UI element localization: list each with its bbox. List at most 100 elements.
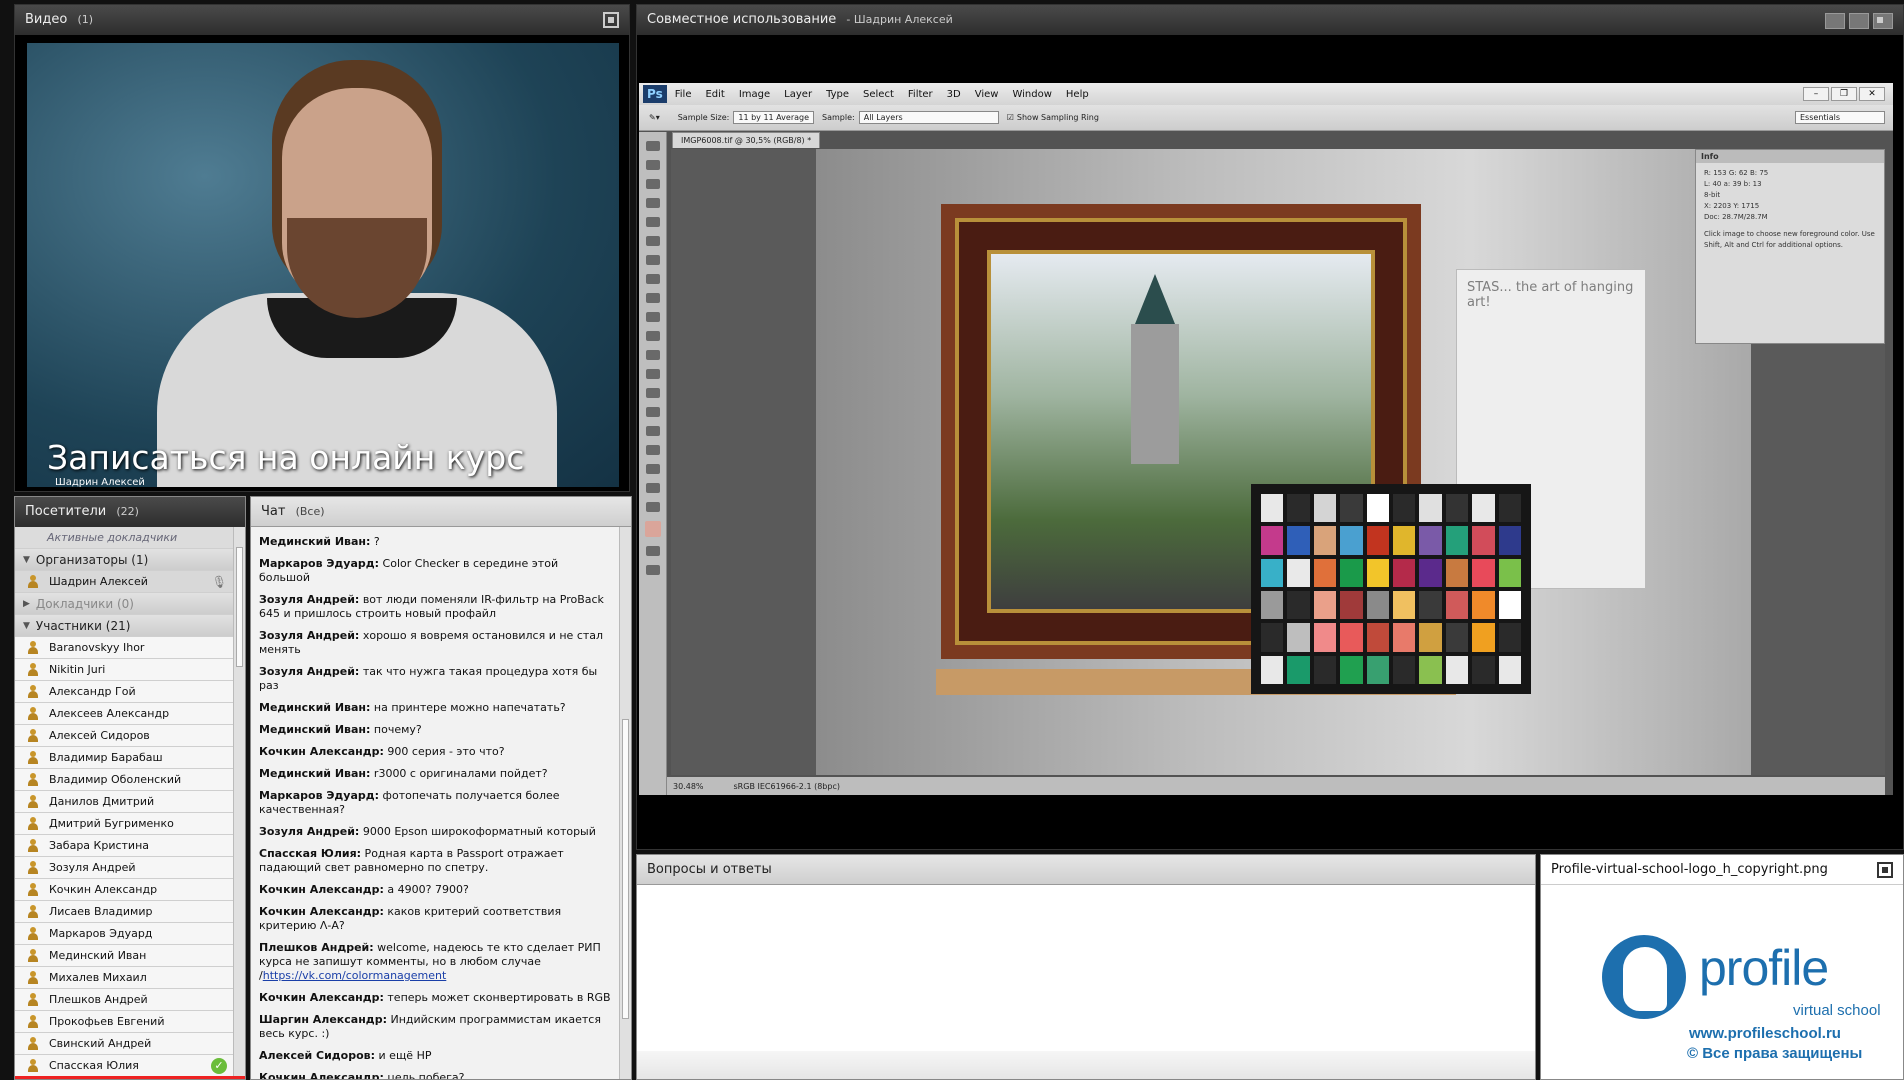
eyedropper-tool-icon[interactable]	[645, 236, 660, 246]
path-select-icon[interactable]	[645, 445, 660, 455]
participant-row[interactable]: Данилов Дмитрий	[15, 791, 233, 813]
lasso-tool-icon[interactable]	[645, 179, 660, 189]
history-brush-icon[interactable]	[645, 312, 660, 322]
screen-mode-icon[interactable]	[645, 565, 660, 575]
checker-patch	[1419, 623, 1442, 652]
healing-tool-icon[interactable]	[645, 255, 660, 265]
restore-icon[interactable]: ❐	[1831, 87, 1857, 101]
expand-triangle-icon[interactable]: ▶	[23, 599, 30, 609]
checker-patch	[1287, 526, 1310, 555]
course-signup-caption[interactable]: Записаться на онлайн курс	[47, 438, 524, 477]
quick-mask-icon[interactable]	[645, 546, 660, 556]
fullscreen-icon[interactable]	[603, 12, 619, 28]
sample-select[interactable]: All Layers	[858, 111, 999, 124]
marquee-tool-icon[interactable]	[645, 160, 660, 170]
blur-tool-icon[interactable]	[645, 369, 660, 379]
group-participants[interactable]: ▼ Участники (21)	[15, 615, 233, 637]
participant-row[interactable]: Мединский Иван	[15, 945, 233, 967]
hand-tool-icon[interactable]	[645, 483, 660, 493]
close-icon[interactable]: ✕	[1859, 87, 1885, 101]
chat-scope[interactable]: (Все)	[296, 505, 325, 518]
participant-row[interactable]: Александр Гой	[15, 681, 233, 703]
actual-size-icon[interactable]	[1849, 13, 1869, 29]
checker-patch	[1392, 558, 1416, 587]
ps-menu-image[interactable]: Image	[739, 89, 770, 100]
fullscreen-icon[interactable]	[1877, 862, 1893, 878]
sampling-ring-checkbox[interactable]: ☑	[1007, 113, 1014, 122]
zoom-tool-icon[interactable]	[645, 502, 660, 512]
checker-patch	[1445, 526, 1469, 555]
crop-tool-icon[interactable]	[645, 217, 660, 227]
participant-row[interactable]: Спасская Юлия ✓	[15, 1055, 233, 1077]
participant-row[interactable]: Зозуля Андрей	[15, 857, 233, 879]
shape-tool-icon[interactable]	[645, 464, 660, 474]
participant-row[interactable]: Дмитрий Бугрименко	[15, 813, 233, 835]
zoom-level[interactable]: 30.48%	[673, 782, 704, 791]
participant-row[interactable]: Baranovskyy Ihor	[15, 637, 233, 659]
move-tool-icon[interactable]	[645, 141, 660, 151]
ps-menu-file[interactable]: File	[675, 89, 692, 100]
brush-tool-icon[interactable]	[645, 274, 660, 284]
quick-select-tool-icon[interactable]	[645, 198, 660, 208]
ps-menu-type[interactable]: Type	[826, 89, 849, 100]
qna-header: Вопросы и ответы	[637, 855, 1535, 885]
ps-menu-layer[interactable]: Layer	[784, 89, 812, 100]
scrollbar-thumb[interactable]	[236, 547, 243, 667]
participant-row[interactable]: Забара Кристина	[15, 835, 233, 857]
group-organizers[interactable]: ▼ Организаторы (1)	[15, 549, 233, 571]
workspace-select[interactable]: Essentials	[1795, 111, 1885, 124]
ps-menu-help[interactable]: Help	[1066, 89, 1089, 100]
participant-row[interactable]: Маркаров Эдуард	[15, 923, 233, 945]
chat-link[interactable]: https://vk.com/colormanagement	[263, 969, 447, 982]
participant-row[interactable]: Кочкин Александр	[15, 879, 233, 901]
fit-view-icon[interactable]	[1825, 13, 1845, 29]
foreground-color-icon[interactable]	[644, 521, 661, 537]
group-presenters[interactable]: ▶ Докладчики (0)	[15, 593, 233, 615]
stamp-tool-icon[interactable]	[645, 293, 660, 303]
ps-menu-select[interactable]: Select	[863, 89, 894, 100]
checker-patch	[1445, 494, 1469, 523]
participant-row[interactable]: Михалев Михаил	[15, 967, 233, 989]
info-hint: Click image to choose new foreground col…	[1704, 230, 1875, 249]
scrollbar-thumb[interactable]	[622, 719, 629, 1019]
participant-row[interactable]: Владимир Оболенский	[15, 769, 233, 791]
info-panel-title[interactable]: Info	[1696, 150, 1884, 163]
sample-size-label: Sample Size:	[677, 113, 730, 122]
participant-row[interactable]: Nikitin Juri	[15, 659, 233, 681]
ps-menu-filter[interactable]: Filter	[908, 89, 933, 100]
participant-row[interactable]: Прокофьев Евгений	[15, 1011, 233, 1033]
checker-patch	[1419, 558, 1442, 587]
collapse-triangle-icon[interactable]: ▼	[23, 555, 30, 565]
ps-menu-3d[interactable]: 3D	[947, 89, 961, 100]
minimize-icon[interactable]: –	[1803, 87, 1829, 101]
chat-text: на принтере можно напечатать?	[370, 701, 566, 714]
sample-size-select[interactable]: 11 by 11 Average	[733, 111, 815, 124]
attendees-scrollbar[interactable]	[233, 527, 245, 1079]
organizer-row[interactable]: Шадрин Алексей 🎙	[15, 571, 233, 593]
document-tab[interactable]: IMGP6008.tif @ 30,5% (RGB/8) *	[672, 132, 821, 148]
participant-name: Владимир Оболенский	[49, 773, 182, 786]
collapse-triangle-icon[interactable]: ▼	[23, 621, 30, 631]
eraser-tool-icon[interactable]	[645, 331, 660, 341]
qna-input[interactable]	[637, 1051, 1535, 1079]
fullscreen-icon[interactable]	[1873, 13, 1893, 29]
pen-tool-icon[interactable]	[645, 407, 660, 417]
participant-row[interactable]: Алексей Сидоров	[15, 725, 233, 747]
group-presenters-label: Докладчики (0)	[35, 596, 134, 611]
checker-patch	[1340, 558, 1363, 587]
participant-row[interactable]: Плешков Андрей	[15, 989, 233, 1011]
dodge-tool-icon[interactable]	[645, 388, 660, 398]
gradient-tool-icon[interactable]	[645, 350, 660, 360]
ps-menu-window[interactable]: Window	[1012, 89, 1051, 100]
participant-row[interactable]: Свинский Андрей	[15, 1033, 233, 1055]
type-tool-icon[interactable]	[645, 426, 660, 436]
ps-menu-edit[interactable]: Edit	[705, 89, 724, 100]
participant-row[interactable]: Лисаев Владимир	[15, 901, 233, 923]
ps-menu-view[interactable]: View	[975, 89, 999, 100]
eyedropper-icon[interactable]: ✎▾	[649, 113, 660, 122]
chat-text: теперь может сконвертировать в RGB	[383, 991, 611, 1004]
participant-row[interactable]: Владимир Барабаш	[15, 747, 233, 769]
chat-scrollbar[interactable]	[619, 527, 631, 1079]
participant-row[interactable]: Алексеев Александр	[15, 703, 233, 725]
photo-image[interactable]: STAS... the art of hanging art!	[816, 149, 1751, 775]
